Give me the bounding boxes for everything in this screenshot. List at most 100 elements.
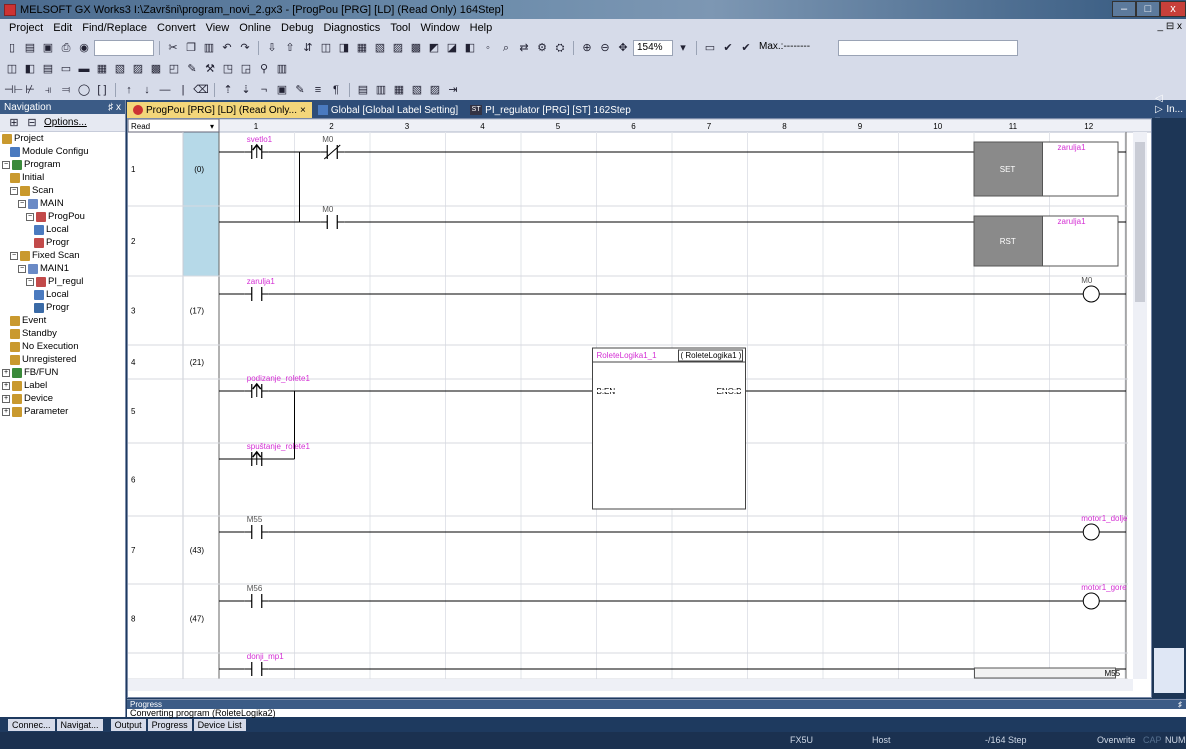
layout-icon[interactable]: ◳ — [220, 61, 236, 77]
expand-icon[interactable]: + — [2, 368, 10, 377]
tree-item[interactable]: − MAIN1 — [0, 262, 125, 275]
device-comment-icon[interactable]: ▤ — [355, 82, 371, 98]
collapse-icon[interactable]: − — [26, 212, 34, 221]
delete-line-icon[interactable]: ⌫ — [193, 82, 209, 98]
collapse-icon[interactable]: − — [18, 264, 26, 273]
format-icon[interactable]: ▨ — [427, 82, 443, 98]
collapse-icon[interactable]: − — [18, 199, 26, 208]
print-icon[interactable]: ⎙ — [58, 40, 74, 56]
expand-icon[interactable]: + — [2, 381, 10, 390]
tree-item[interactable]: Initial — [0, 171, 125, 184]
tree-item[interactable]: Module Configu — [0, 145, 125, 158]
menu-diagnostics[interactable]: Diagnostics — [318, 22, 385, 34]
tree-item[interactable]: − Program — [0, 158, 125, 171]
display-icon[interactable]: ▧ — [409, 82, 425, 98]
menu-view[interactable]: View — [201, 22, 235, 34]
window-icon[interactable]: ▭ — [58, 61, 74, 77]
zoom-view-icon[interactable]: ▦ — [391, 82, 407, 98]
note-icon[interactable]: ¶ — [328, 82, 344, 98]
menu-window[interactable]: Window — [416, 22, 465, 34]
tree-item[interactable]: + FB/FUN — [0, 366, 125, 379]
options-link[interactable]: Options... — [44, 117, 87, 128]
redo-icon[interactable]: ↷ — [237, 40, 253, 56]
tab-close-icon[interactable]: × — [300, 105, 306, 116]
falling-edge-icon[interactable]: ↓ — [139, 82, 155, 98]
tree-view-icon[interactable]: ⊞ — [8, 115, 20, 131]
status-icon[interactable]: ▭ — [702, 40, 718, 56]
save-icon[interactable]: ▣ — [40, 40, 56, 56]
help-icon[interactable]: ◉ — [76, 40, 92, 56]
tree-item[interactable]: Progr — [0, 301, 125, 314]
open-contact-icon[interactable]: ⊣⊢ — [4, 82, 23, 98]
close-button[interactable]: x — [1160, 1, 1186, 17]
replace-icon[interactable]: ⇄ — [516, 40, 532, 56]
tree-item[interactable]: + Parameter — [0, 405, 125, 418]
ref-icon[interactable]: ▧ — [112, 61, 128, 77]
tree-item[interactable]: Unregistered — [0, 353, 125, 366]
menu-tool[interactable]: Tool — [385, 22, 415, 34]
tree-item[interactable]: − ProgPou — [0, 210, 125, 223]
label-icon[interactable]: ▤ — [40, 61, 56, 77]
open-icon[interactable]: ▤ — [22, 40, 38, 56]
menu-edit[interactable]: Edit — [48, 22, 77, 34]
monitor-stop-icon[interactable]: ◨ — [336, 40, 352, 56]
sim-icon[interactable]: ◧ — [462, 40, 478, 56]
bottom-tab-devicelist[interactable]: Device List — [193, 718, 246, 731]
expand-icon[interactable]: + — [2, 394, 10, 403]
menu-project[interactable]: Project — [4, 22, 48, 34]
program2-icon[interactable]: ◧ — [22, 61, 38, 77]
verify-icon[interactable]: ⇵ — [300, 40, 316, 56]
collapse-icon[interactable]: − — [10, 186, 18, 195]
menu-help[interactable]: Help — [465, 22, 498, 34]
bottom-tab-progress[interactable]: Progress — [147, 718, 192, 731]
tab-pi-regulator[interactable]: ST PI_regulator [PRG] [ST] 162Step — [464, 102, 637, 118]
ok2-icon[interactable]: ✔ — [738, 40, 754, 56]
tree-item[interactable]: − PI_regul — [0, 275, 125, 288]
line-v-icon[interactable]: | — [175, 82, 191, 98]
toolbar-combo-2[interactable] — [838, 39, 1018, 56]
zoom-in-icon[interactable]: ⊕ — [579, 40, 595, 56]
tree-item[interactable]: − Scan — [0, 184, 125, 197]
tree-item[interactable]: − Fixed Scan — [0, 249, 125, 262]
undo-icon[interactable]: ↶ — [219, 40, 235, 56]
tree-item[interactable]: + Label — [0, 379, 125, 392]
parallel-open-icon[interactable]: ⫣ — [40, 82, 56, 98]
progress-pin-icon[interactable]: ♯ — [1178, 700, 1182, 709]
coil-icon[interactable]: ◯ — [76, 82, 92, 98]
mdi-controls[interactable]: _ ⊟ x — [1158, 21, 1183, 32]
compile-icon[interactable]: ⚙ — [534, 40, 550, 56]
ladder-editor[interactable]: Read ▾ 1 2 3 4 5 6 7 8 9 10 11 12 1 (0) 2 3 (17) 4 (21) 5 6 7 (4… — [127, 118, 1152, 698]
minimize-button[interactable]: – — [1112, 1, 1136, 17]
comment-icon[interactable]: ✎ — [292, 82, 308, 98]
watch-icon[interactable]: ▧ — [372, 40, 388, 56]
tools-icon[interactable]: ⚒ — [202, 61, 218, 77]
tree-item[interactable]: No Execution — [0, 340, 125, 353]
read-plc-icon[interactable]: ⇩ — [264, 40, 280, 56]
table-icon[interactable]: ▥ — [274, 61, 290, 77]
line-h-icon[interactable]: — — [157, 82, 173, 98]
collapse-icon[interactable]: − — [2, 160, 10, 169]
diag-icon[interactable]: ◪ — [444, 40, 460, 56]
layout2-icon[interactable]: ◲ — [238, 61, 254, 77]
collapse-icon[interactable]: − — [26, 277, 34, 286]
write-plc-icon[interactable]: ⇧ — [282, 40, 298, 56]
cross-icon[interactable]: ▨ — [130, 61, 146, 77]
instruction-icon[interactable]: [ ] — [94, 82, 110, 98]
build-icon[interactable]: ⛭ — [552, 40, 568, 56]
tree-item[interactable]: Local — [0, 288, 125, 301]
label-view-icon[interactable]: ▥ — [373, 82, 389, 98]
toolbar-combo-1[interactable] — [94, 39, 154, 56]
menu-convert[interactable]: Convert — [152, 22, 201, 34]
grid-icon[interactable]: ▩ — [148, 61, 164, 77]
list-icon[interactable]: ▦ — [94, 61, 110, 77]
tab-global[interactable]: Global [Global Label Setting] — [312, 102, 464, 118]
fb-icon[interactable]: ▣ — [274, 82, 290, 98]
indent-icon[interactable]: ⇥ — [445, 82, 461, 98]
new-project-icon[interactable]: ▯ — [4, 40, 20, 56]
rising-pulse-icon[interactable]: ⇡ — [220, 82, 236, 98]
program-icon[interactable]: ◫ — [4, 61, 20, 77]
function-block[interactable] — [592, 347, 746, 510]
trace-icon[interactable]: ◩ — [426, 40, 442, 56]
invert-icon[interactable]: ¬ — [256, 82, 272, 98]
step-icon[interactable]: ▩ — [408, 40, 424, 56]
